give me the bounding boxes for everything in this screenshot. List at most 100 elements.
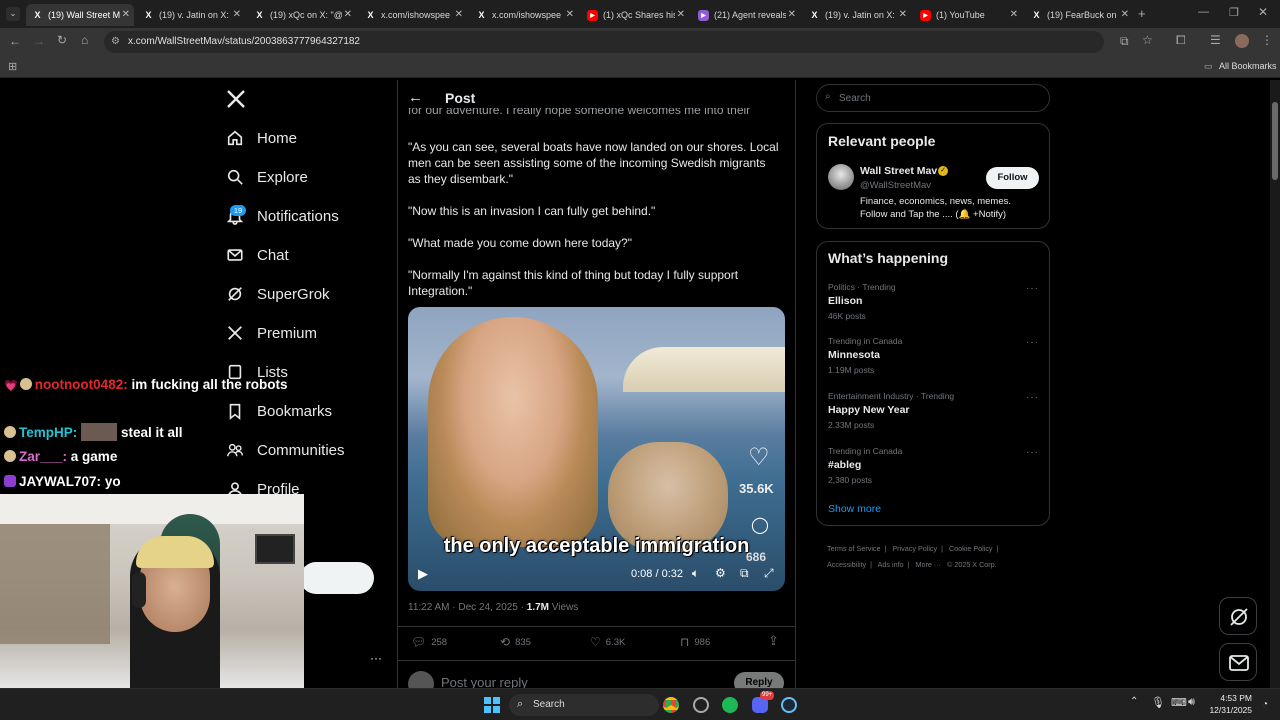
tab-close-icon[interactable]: ✕	[1121, 9, 1129, 20]
nav-premium[interactable]: Premium	[226, 324, 317, 342]
tab-close-icon[interactable]: ✕	[566, 9, 574, 20]
chrome-icon[interactable]	[663, 697, 679, 713]
comment-bubble-icon[interactable]: ◯	[751, 515, 769, 535]
trend-item[interactable]: Entertainment Industry · Trending Happy …	[828, 391, 954, 430]
messages-floating-button[interactable]	[1219, 643, 1257, 681]
tab-close-icon[interactable]: ✕	[788, 9, 796, 20]
trend-more-icon[interactable]: ···	[1026, 337, 1039, 348]
footer-link[interactable]: Cookie Policy	[949, 544, 993, 553]
close-window-button[interactable]: ✕	[1258, 5, 1268, 19]
volume-icon[interactable]: 🔊︎	[1188, 696, 1195, 709]
nav-home[interactable]: Home	[226, 129, 297, 147]
new-tab-button[interactable]: +	[1138, 6, 1146, 21]
trend-more-icon[interactable]: ···	[1026, 447, 1039, 458]
grok-floating-button[interactable]	[1219, 597, 1257, 635]
taskbar-time[interactable]: 4:53 PM	[1208, 693, 1252, 703]
forward-icon[interactable]: →	[33, 34, 45, 48]
trend-item[interactable]: Trending in Canada Minnesota 1.19M posts	[828, 336, 902, 375]
browser-tab[interactable]: X (19) FearBuck on ✕	[1025, 4, 1133, 26]
heart-icon[interactable]: ♡	[748, 443, 770, 472]
settings-gear-icon[interactable]: ⚙	[715, 566, 726, 580]
nav-bookmarks[interactable]: Bookmarks	[226, 402, 332, 420]
post-button[interactable]	[300, 562, 374, 594]
nav-supergrok[interactable]: SuperGrok	[226, 285, 330, 303]
bookmark-star-icon[interactable]: ☆	[1142, 33, 1153, 47]
notifications-bell-icon[interactable]: ◔	[1262, 699, 1268, 710]
post-video[interactable]: the only acceptable immigration ♡ 35.6K …	[408, 307, 785, 591]
network-icon[interactable]: ⌨	[1171, 696, 1187, 709]
reply-action[interactable]: 💬︎ 258	[411, 635, 447, 649]
chat-message: JAYWAL707: yo	[4, 474, 121, 489]
tab-close-icon[interactable]: ✕	[1010, 9, 1018, 20]
profile-avatar[interactable]	[1235, 34, 1249, 48]
browser-tab[interactable]: Xx.com/ishowspee ✕	[470, 4, 578, 26]
tab-close-icon[interactable]: ✕	[122, 9, 130, 20]
footer-link[interactable]: Terms of Service	[827, 544, 881, 553]
play-icon[interactable]: ▶	[418, 566, 428, 582]
footer-link[interactable]: More ···	[915, 560, 941, 569]
site-info-icon[interactable]: ⚙	[111, 36, 120, 47]
browser-menu-icon[interactable]: ⋮	[1261, 33, 1273, 47]
extensions-icon[interactable]: ⧠	[1176, 33, 1186, 48]
reload-icon[interactable]: ↻	[57, 33, 67, 47]
repost-action[interactable]: ⟲ 835	[500, 635, 531, 649]
nav-communities[interactable]: Communities	[226, 441, 345, 459]
pip-icon[interactable]: ⧉	[740, 566, 749, 581]
scrollbar[interactable]	[1270, 80, 1280, 688]
relevant-avatar[interactable]	[828, 164, 854, 190]
like-action[interactable]: ♡ 6.3K	[590, 635, 625, 649]
tab-close-icon[interactable]: ✕	[455, 9, 463, 20]
back-icon[interactable]: ←	[9, 34, 21, 48]
tab-close-icon[interactable]: ✕	[233, 9, 241, 20]
tab-close-icon[interactable]: ✕	[899, 9, 907, 20]
bookmark-action[interactable]: ⊓ 986	[680, 635, 710, 649]
x-logo-icon[interactable]	[226, 89, 246, 114]
tab-list-button[interactable]: ⌄	[6, 7, 20, 21]
home-icon[interactable]: ⌂	[81, 33, 88, 47]
browser-tab[interactable]: Xx.com/ishowspee ✕	[359, 4, 467, 26]
footer-link[interactable]: Accessibility	[827, 560, 866, 569]
windows-start-icon[interactable]	[484, 697, 500, 713]
restore-button[interactable]: ❐	[1229, 6, 1239, 19]
nav-explore[interactable]: Explore	[226, 168, 308, 186]
browser-tab[interactable]: ▶ (21) Agent reveals ✕	[692, 4, 800, 26]
back-arrow-icon[interactable]: ←	[408, 89, 423, 106]
trend-more-icon[interactable]: ···	[1026, 283, 1039, 294]
scrollbar-thumb[interactable]	[1272, 102, 1278, 180]
spotify-icon[interactable]	[722, 697, 738, 713]
address-bar[interactable]: ⚙ x.com/WallStreetMav/status/20038637779…	[104, 31, 1104, 53]
taskbar-date[interactable]: 12/31/2025	[1206, 705, 1252, 715]
tray-chevron-icon[interactable]: ⌃	[1130, 696, 1138, 707]
more-dots-icon[interactable]: ···	[370, 651, 382, 665]
share-icon[interactable]: ⇪	[768, 633, 779, 649]
follow-button[interactable]: Follow	[986, 167, 1039, 189]
fullscreen-icon[interactable]: ⤢	[764, 566, 774, 581]
browser-tab[interactable]: ▶ (1) YouTube ✕	[914, 4, 1022, 26]
footer-link[interactable]: Ads info	[878, 560, 904, 569]
relevant-name[interactable]: Wall Street Mav	[860, 165, 937, 177]
nav-chat[interactable]: Chat	[226, 246, 289, 264]
tab-close-icon[interactable]: ✕	[677, 9, 685, 20]
browser-tab[interactable]: X (19) v. Jatin on X: ✕	[803, 4, 911, 26]
show-more-link[interactable]: Show more	[828, 503, 881, 515]
browser-tab[interactable]: X (19) v. Jatin on X: ✕	[137, 4, 245, 26]
tab-close-icon[interactable]: ✕	[344, 9, 352, 20]
browser-tab[interactable]: X (19) xQc on X: "@ ✕	[248, 4, 356, 26]
browser-tab[interactable]: X (19) Wall Street M ✕	[26, 4, 134, 26]
trend-more-icon[interactable]: ···	[1026, 392, 1039, 403]
minimize-button[interactable]: —	[1198, 6, 1209, 18]
tab-search-icon[interactable]: ☰	[1210, 33, 1221, 47]
install-app-icon[interactable]: ⧉	[1120, 34, 1129, 49]
microphone-icon[interactable]: 🎙︎	[1151, 696, 1165, 709]
app-icon[interactable]	[693, 697, 709, 713]
volume-icon[interactable]: 🔈︎	[692, 566, 699, 581]
taskbar-search[interactable]: ⌕ Search	[509, 694, 659, 716]
search-box[interactable]: ⌕ Search	[816, 84, 1050, 112]
trend-item[interactable]: Politics · Trending Ellison 46K posts	[828, 282, 896, 321]
browser-tab[interactable]: ▶ (1) xQc Shares his ✕	[581, 4, 689, 26]
all-bookmarks-label[interactable]: All Bookmarks	[1219, 61, 1277, 71]
trend-item[interactable]: Trending in Canada #ableg 2,380 posts	[828, 446, 902, 485]
steam-icon[interactable]	[781, 697, 797, 713]
apps-grid-icon[interactable]: ⊞	[8, 60, 17, 73]
footer-link[interactable]: Privacy Policy	[892, 544, 937, 553]
